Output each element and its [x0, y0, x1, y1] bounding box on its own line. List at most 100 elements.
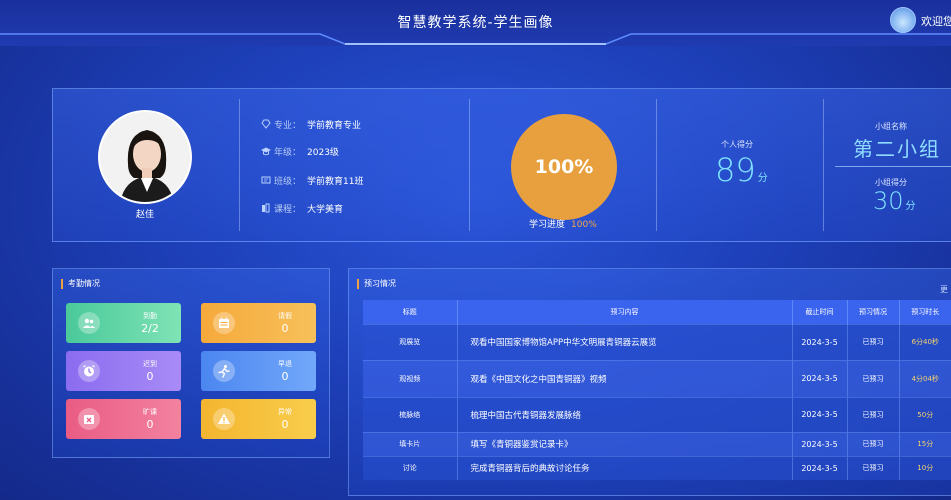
cell-status: 已预习 — [847, 323, 900, 360]
student-profile-panel: 赵佳 专业： 学前教育专业 年级： 2023级 班级： 学前教育11班 课程： … — [52, 88, 951, 242]
cell-duration: 10分 — [899, 455, 951, 480]
table-header-row: 标题 预习内容 截止时间 预习情况 预习时长 — [363, 300, 951, 324]
info-major: 专业： 学前教育专业 — [261, 117, 361, 131]
cell-status: 已预习 — [847, 396, 900, 432]
table-row[interactable]: 观展览 观看中国国家博物馆APP中华文明展青铜器云展览 2024-3-5 已预习… — [363, 323, 951, 360]
personal-score-label: 个人得分 — [721, 140, 753, 149]
cell-deadline: 2024-3-5 — [792, 323, 848, 360]
cell-deadline: 2024-3-5 — [792, 431, 848, 456]
calendar-icon — [213, 312, 235, 334]
tile-label: 异常 — [278, 408, 292, 416]
info-label: 年级： — [274, 147, 302, 158]
tile-label: 到勤 — [143, 312, 157, 320]
table-row[interactable]: 填卡片 填写《青铜器鉴赏记录卡》 2024-3-5 已预习 15分 — [363, 431, 951, 456]
info-label: 专业： — [274, 120, 302, 131]
attendance-abnormal-tile[interactable]: 异常 0 — [201, 399, 316, 439]
progress-percent: 100% — [534, 156, 594, 178]
group-name: 第二小组 — [853, 137, 941, 161]
column-header: 截止时间 — [792, 300, 848, 324]
attendance-card: 考勤情况 到勤 2/2 请假 0 迟到 0 早退 0 旷课 0 异常 0 — [52, 268, 330, 458]
column-header: 预习时长 — [899, 300, 951, 324]
cell-duration: 15分 — [899, 431, 951, 456]
info-grade: 年级： 2023级 — [261, 144, 339, 158]
attendance-present-tile[interactable]: 到勤 2/2 — [66, 303, 181, 343]
group-score-unit: 分 — [905, 201, 916, 212]
warning-icon — [213, 408, 235, 430]
books-icon — [262, 203, 270, 213]
tile-label: 请假 — [278, 312, 292, 320]
cell-title: 观展览 — [363, 323, 458, 360]
info-label: 课程： — [274, 204, 302, 215]
tile-value: 0 — [281, 322, 289, 335]
progress-label: 学习进度 — [529, 220, 566, 230]
page-title: 智慧教学系统-学生画像 — [397, 15, 554, 31]
cell-duration: 4分04秒 — [899, 359, 951, 397]
class-icon — [261, 176, 271, 184]
group-score-value: 30 — [873, 187, 904, 215]
cell-status: 已预习 — [847, 455, 900, 480]
tile-value: 0 — [146, 370, 154, 383]
divider — [239, 99, 240, 231]
people-icon — [78, 312, 100, 334]
info-class: 班级： 学前教育11班 — [261, 173, 363, 187]
attendance-title: 考勤情况 — [61, 279, 100, 289]
cell-title: 梳脉络 — [363, 396, 458, 432]
attendance-absent-tile[interactable]: 旷课 0 — [66, 399, 181, 439]
column-header: 预习内容 — [457, 300, 793, 324]
table-row[interactable]: 讨论 完成青铜器背后的典故讨论任务 2024-3-5 已预习 10分 — [363, 455, 951, 480]
cell-status: 已预习 — [847, 431, 900, 456]
tile-value: 0 — [146, 418, 154, 431]
progress-value: 100% — [571, 220, 597, 230]
top-header: 智慧教学系统-学生画像 欢迎您 — [0, 0, 951, 46]
running-icon — [213, 360, 235, 382]
welcome-text[interactable]: 欢迎您 — [921, 13, 951, 29]
group-name-label: 小组名称 — [875, 122, 907, 131]
cell-duration: 50分 — [899, 396, 951, 432]
tile-value: 2/2 — [141, 322, 159, 335]
learning-progress-ring: 100% — [511, 114, 617, 220]
tile-label: 早退 — [278, 360, 292, 368]
attendance-leave-tile[interactable]: 请假 0 — [201, 303, 316, 343]
cell-duration: 6分40秒 — [899, 323, 951, 360]
student-photo — [98, 110, 192, 204]
diamond-icon — [261, 119, 271, 129]
personal-score: 89 分 — [715, 151, 768, 189]
cell-content: 梳理中国古代青铜器发展脉络 — [457, 396, 793, 432]
divider — [656, 99, 657, 231]
student-portrait — [100, 112, 190, 202]
user-avatar[interactable] — [890, 7, 916, 33]
table-row[interactable]: 梳脉络 梳理中国古代青铜器发展脉络 2024-3-5 已预习 50分 — [363, 396, 951, 432]
cell-title: 观视频 — [363, 359, 458, 397]
tile-label: 迟到 — [143, 360, 157, 368]
progress-caption: 学习进度 100% — [529, 217, 597, 230]
cell-content: 观看中国国家博物馆APP中华文明展青铜器云展览 — [457, 323, 793, 360]
column-header: 预习情况 — [847, 300, 900, 324]
preview-table: 标题 预习内容 截止时间 预习情况 预习时长 观展览 观看中国国家博物馆APP中… — [363, 300, 951, 480]
info-value: 2023级 — [307, 147, 339, 158]
preview-title: 预习情况 — [357, 279, 396, 289]
cell-title: 讨论 — [363, 455, 458, 480]
alarm-clock-icon — [78, 360, 100, 382]
group-divider — [835, 166, 951, 167]
cell-title: 填卡片 — [363, 431, 458, 456]
cell-content: 观看《中国文化之中国青铜器》视频 — [457, 359, 793, 397]
calendar-x-icon — [78, 408, 100, 430]
more-link[interactable]: 更 — [940, 284, 948, 295]
cell-deadline: 2024-3-5 — [792, 359, 848, 397]
info-value: 学前教育11班 — [307, 176, 364, 187]
cell-deadline: 2024-3-5 — [792, 396, 848, 432]
tile-value: 0 — [281, 370, 289, 383]
attendance-early-leave-tile[interactable]: 早退 0 — [201, 351, 316, 391]
attendance-late-tile[interactable]: 迟到 0 — [66, 351, 181, 391]
column-header: 标题 — [363, 300, 458, 324]
tile-value: 0 — [281, 418, 289, 431]
cell-content: 完成青铜器背后的典故讨论任务 — [457, 455, 793, 480]
personal-score-unit: 分 — [757, 173, 768, 184]
table-row[interactable]: 观视频 观看《中国文化之中国青铜器》视频 2024-3-5 已预习 4分04秒 — [363, 359, 951, 397]
student-name: 赵佳 — [135, 210, 154, 220]
divider — [823, 99, 824, 231]
personal-score-value: 89 — [715, 151, 756, 189]
info-course: 课程： 大学美育 — [261, 201, 343, 215]
graduation-cap-icon — [261, 147, 271, 156]
info-value: 学前教育专业 — [307, 120, 362, 131]
